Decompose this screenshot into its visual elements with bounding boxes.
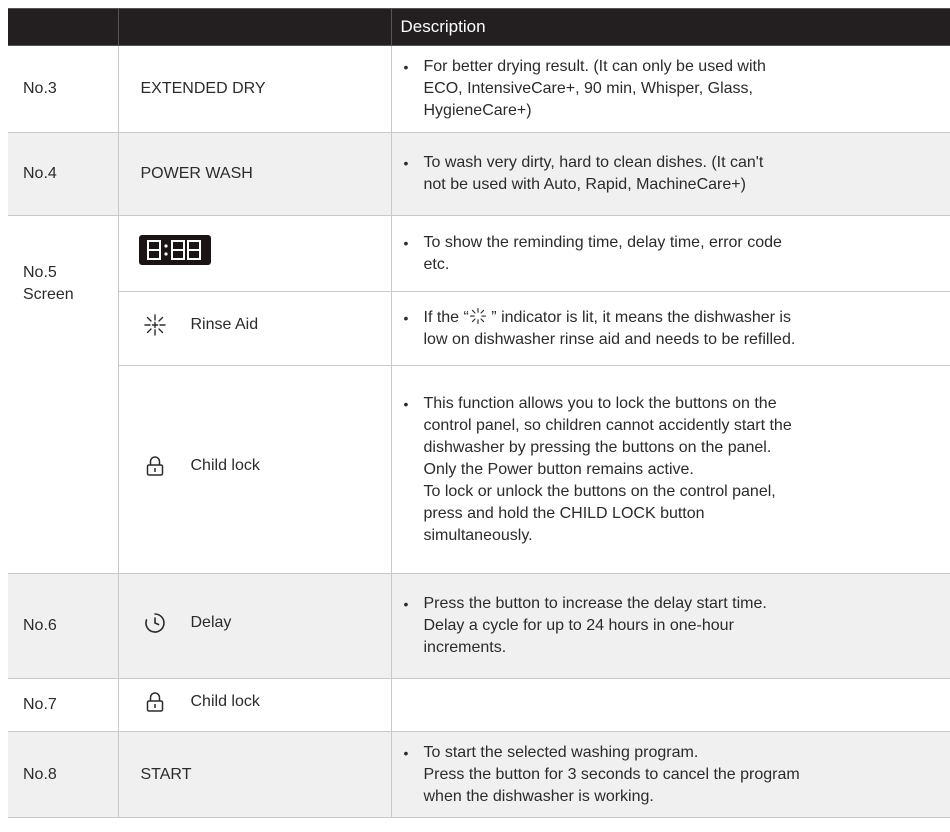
table-row: No.5 Screen • To show the reminding time,… xyxy=(8,215,950,574)
bullet: • xyxy=(403,234,409,251)
sparkle-icon xyxy=(143,313,167,337)
padlock-icon xyxy=(143,690,167,714)
table-row: No.7 Child lock xyxy=(8,678,950,732)
row-number: No.5 Screen xyxy=(8,215,119,574)
description-text: This function allows you to lock the but… xyxy=(423,394,792,544)
table-header: Description xyxy=(8,8,950,46)
function-name: Child lock xyxy=(117,678,392,732)
padlock-icon xyxy=(143,454,167,478)
row-number: No.7 xyxy=(8,678,119,732)
description-text: To wash very dirty, hard to clean dishes… xyxy=(423,154,764,193)
display-cell xyxy=(117,215,392,292)
table-row: No.4 POWER WASH • To wash very dirty, har… xyxy=(8,132,950,216)
bullet: • xyxy=(403,395,409,412)
header-description: Description xyxy=(390,8,950,46)
clock-icon xyxy=(143,611,167,635)
function-description: • If the “ ” indicator is lit, it means t… xyxy=(390,291,950,366)
function-description: • To wash very dirty, hard to clean dishe… xyxy=(390,132,950,216)
function-name: START xyxy=(117,731,392,818)
function-name: Rinse Aid xyxy=(117,291,392,366)
function-label: Delay xyxy=(190,613,232,631)
function-description: • To show the reminding time, delay time,… xyxy=(390,215,950,292)
function-label: Child lock xyxy=(190,457,260,474)
header-function xyxy=(117,8,392,46)
description-text: Press the button to increase the delay s… xyxy=(423,595,767,656)
description-text: To start the selected washing program. P… xyxy=(423,743,800,805)
function-label: Rinse Aid xyxy=(190,316,259,333)
table-row: No.3 EXTENDED DRY • For better drying res… xyxy=(8,45,950,133)
sparkle-icon xyxy=(469,307,487,325)
bullet: • xyxy=(403,59,409,75)
bullet: • xyxy=(403,744,409,761)
description-text: To show the reminding time, delay time, … xyxy=(423,233,782,273)
row-number-line2: Screen xyxy=(23,286,74,303)
function-name: Delay xyxy=(117,573,392,679)
function-description: • This function allows you to lock the bu… xyxy=(390,365,950,574)
function-description: • For better drying result. (It can only … xyxy=(390,45,950,133)
function-description-table: Description No.3 EXTENDED DRY • For bette… xyxy=(8,8,950,818)
row-number-line1: No.5 xyxy=(23,264,57,281)
table-row: No.6 Delay • Press the button to increase… xyxy=(8,573,950,679)
function-name: POWER WASH xyxy=(117,132,392,216)
function-description: • Press the button to increase the delay … xyxy=(390,573,950,679)
function-label: Child lock xyxy=(190,692,260,710)
bullet: • xyxy=(403,309,409,326)
display-digits-graphic xyxy=(146,240,201,260)
row-number: No.8 xyxy=(8,731,119,818)
description-text: For better drying result. (It can only b… xyxy=(423,58,766,119)
function-description xyxy=(390,678,950,732)
table-row: Rinse Aid • If the “ ” indicator is lit, … xyxy=(8,291,950,366)
table-row: No.8 START • To start the selected washin… xyxy=(8,731,950,818)
description-text: If the “ xyxy=(423,308,469,326)
header-number xyxy=(8,8,119,46)
function-name: Child lock xyxy=(117,365,392,574)
bullet: • xyxy=(403,155,409,171)
seven-segment-display-icon xyxy=(138,235,211,265)
function-description: • To start the selected washing program. … xyxy=(390,731,950,818)
row-number: No.3 xyxy=(8,45,119,133)
function-name: EXTENDED DRY xyxy=(117,45,392,133)
bullet: • xyxy=(403,596,409,612)
row-number: No.4 xyxy=(8,132,119,216)
table-row: Child lock • This function allows you to … xyxy=(8,365,950,574)
row-number: No.6 xyxy=(8,573,119,679)
